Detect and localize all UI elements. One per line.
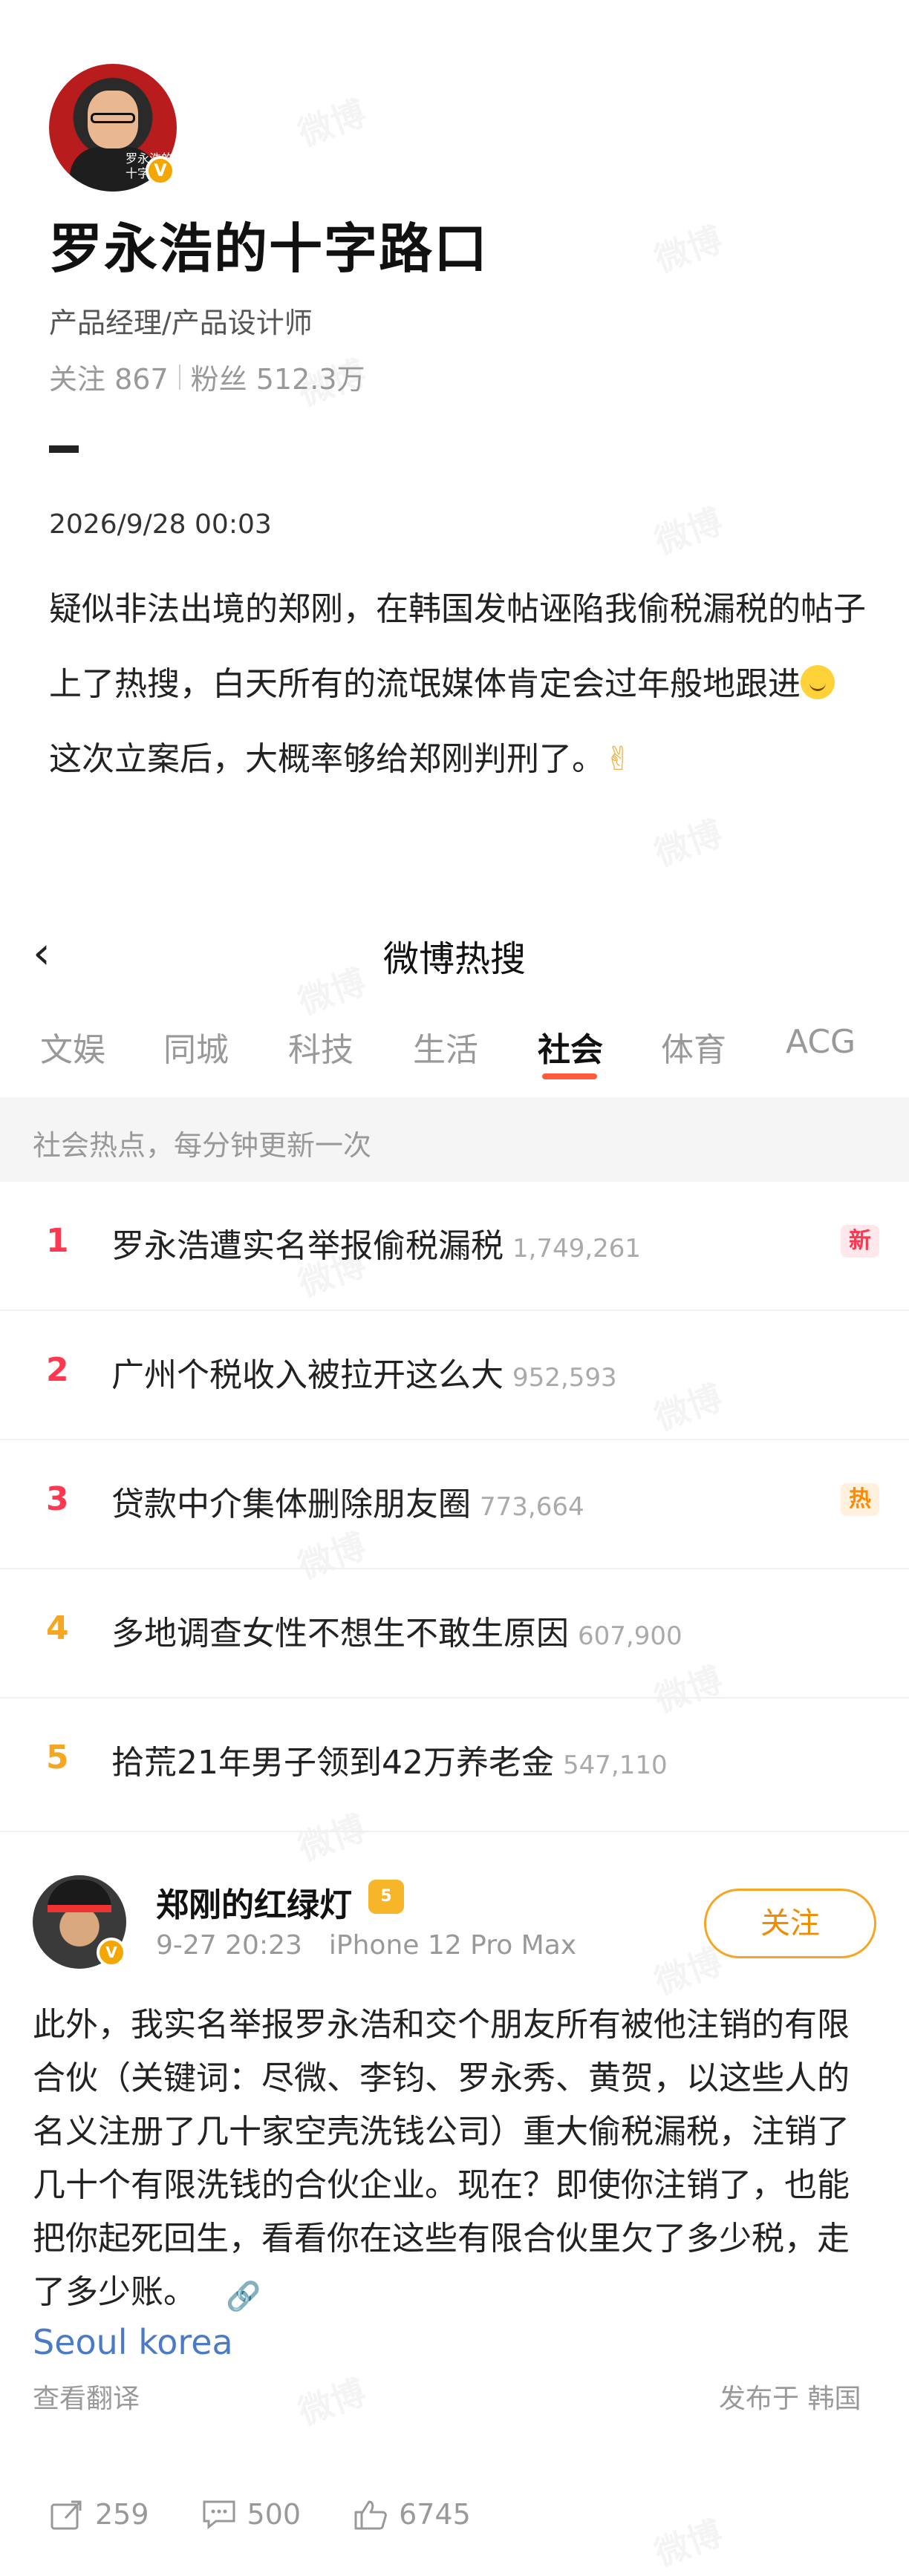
tab-society[interactable]: 社会 bbox=[538, 1023, 603, 1070]
stats-divider bbox=[178, 364, 180, 390]
comment-count: 500 bbox=[247, 2498, 302, 2531]
location-link[interactable]: Seoul korea bbox=[33, 2322, 233, 2362]
watermark: 微博 bbox=[647, 212, 728, 281]
post-time: 9-27 20:23 bbox=[156, 1930, 302, 1961]
tab-sports[interactable]: 体育 bbox=[661, 1023, 726, 1070]
profile-name[interactable]: 罗永浩的十字路口 bbox=[49, 205, 489, 283]
hot-search-title: 微博热搜 bbox=[382, 938, 526, 980]
hot-search-row[interactable]: 5 拾荒21年男子领到42万养老金 547,110 bbox=[0, 1699, 909, 1828]
comment-button[interactable]: 500 bbox=[201, 2497, 302, 2531]
heat-count: 773,664 bbox=[480, 1492, 584, 1522]
hot-topic-text: 拾荒21年男子领到42万养老金 bbox=[111, 1744, 554, 1782]
watermark: 微博 bbox=[290, 86, 371, 155]
post-timestamp: 2026/9/28 00:03 bbox=[49, 509, 272, 540]
link-icon[interactable]: 🔗 bbox=[226, 2269, 261, 2312]
hot-topic-text: 多地调查女性不想生不敢生原因 bbox=[111, 1615, 569, 1653]
hot-search-row[interactable]: 3 贷款中介集体删除朋友圈 773,664 热 bbox=[0, 1440, 909, 1569]
rank-number: 5 bbox=[46, 1739, 69, 1776]
post-text: 疑似非法出境的郑刚，在韩国发帖诬陷我偷税漏税的帖子上了热搜，白天所有的流氓媒体肯… bbox=[49, 572, 866, 797]
watermark: 微博 bbox=[647, 806, 728, 875]
hot-topic-text: 贷款中介集体删除朋友圈 bbox=[111, 1485, 471, 1523]
verified-badge-icon: V bbox=[146, 156, 175, 186]
thumbs-up-icon bbox=[354, 2500, 387, 2530]
rank-number: 2 bbox=[46, 1351, 69, 1389]
active-tab-indicator bbox=[542, 1073, 597, 1079]
following-stat[interactable]: 关注 867 bbox=[49, 356, 169, 397]
member-level-icon: 5 bbox=[368, 1880, 404, 1914]
new-tag-badge: 新 bbox=[841, 1225, 879, 1258]
tab-entertainment[interactable]: 文娱 bbox=[40, 1023, 105, 1070]
hot-topic-text: 罗永浩遭实名举报偷税漏税 bbox=[111, 1227, 504, 1265]
repost-count: 259 bbox=[95, 2498, 149, 2531]
repost-icon bbox=[50, 2500, 82, 2530]
follow-button[interactable]: 关注 bbox=[704, 1889, 876, 1958]
published-location: 发布于 韩国 bbox=[719, 2384, 861, 2414]
post-meta: 9-27 20:23 iPhone 12 Pro Max bbox=[156, 1930, 576, 1961]
heat-count: 1,749,261 bbox=[512, 1234, 642, 1264]
followers-stat[interactable]: 粉丝 512.3万 bbox=[191, 356, 365, 397]
watermark: 微博 bbox=[290, 2365, 371, 2434]
profile-stats: 关注 867 粉丝 512.3万 bbox=[49, 356, 365, 397]
rank-number: 1 bbox=[46, 1222, 69, 1260]
hot-topic-text: 广州个税收入被拉开这么大 bbox=[111, 1356, 504, 1394]
category-tabs: 文娱 同城 科技 生活 社会 体育 ACG bbox=[0, 1023, 909, 1082]
hot-tag-badge: 热 bbox=[841, 1483, 879, 1516]
translate-link[interactable]: 查看翻译 bbox=[33, 2377, 140, 2416]
comment-icon bbox=[203, 2500, 235, 2530]
heat-count: 547,110 bbox=[562, 1750, 668, 1780]
heat-count: 952,593 bbox=[512, 1363, 617, 1393]
heat-count: 607,900 bbox=[578, 1621, 682, 1651]
update-banner: 社会热点，每分钟更新一次 bbox=[0, 1097, 909, 1182]
post-device: iPhone 12 Pro Max bbox=[328, 1930, 577, 1961]
hot-search-row[interactable]: 4 多地调查女性不想生不敢生原因 607,900 bbox=[0, 1569, 909, 1699]
like-count: 6745 bbox=[399, 2498, 471, 2531]
tab-life[interactable]: 生活 bbox=[413, 1023, 478, 1070]
victory-hand-emoji-icon: ✌ bbox=[605, 740, 632, 778]
tab-tech[interactable]: 科技 bbox=[288, 1023, 354, 1070]
rank-number: 3 bbox=[46, 1480, 69, 1518]
like-button[interactable]: 6745 bbox=[353, 2497, 471, 2531]
watermark: 微博 bbox=[647, 494, 728, 563]
profile-bio: 产品经理/产品设计师 bbox=[49, 307, 313, 339]
rank-number: 4 bbox=[46, 1609, 69, 1647]
smile-emoji-icon bbox=[801, 665, 835, 699]
tab-acg[interactable]: ACG bbox=[786, 1023, 856, 1061]
section-divider bbox=[49, 445, 79, 453]
author-name[interactable]: 郑刚的红绿灯 bbox=[156, 1878, 352, 1926]
hot-search-row[interactable]: 1 罗永浩遭实名举报偷税漏税 1,749,261 新 bbox=[0, 1182, 909, 1311]
post-text: 此外，我实名举报罗永浩和交个朋友所有被他注销的有限合伙（关键词：尽微、李钧、罗永… bbox=[33, 2006, 850, 2312]
verified-badge-icon: V bbox=[97, 1938, 126, 1967]
post-actions: 259 500 6745 bbox=[49, 2497, 523, 2531]
hot-search-row[interactable]: 2 广州个税收入被拉开这么大 952,593 bbox=[0, 1311, 909, 1440]
section-divider bbox=[0, 1831, 909, 1832]
repost-button[interactable]: 259 bbox=[49, 2497, 149, 2531]
tab-local[interactable]: 同城 bbox=[163, 1023, 229, 1070]
